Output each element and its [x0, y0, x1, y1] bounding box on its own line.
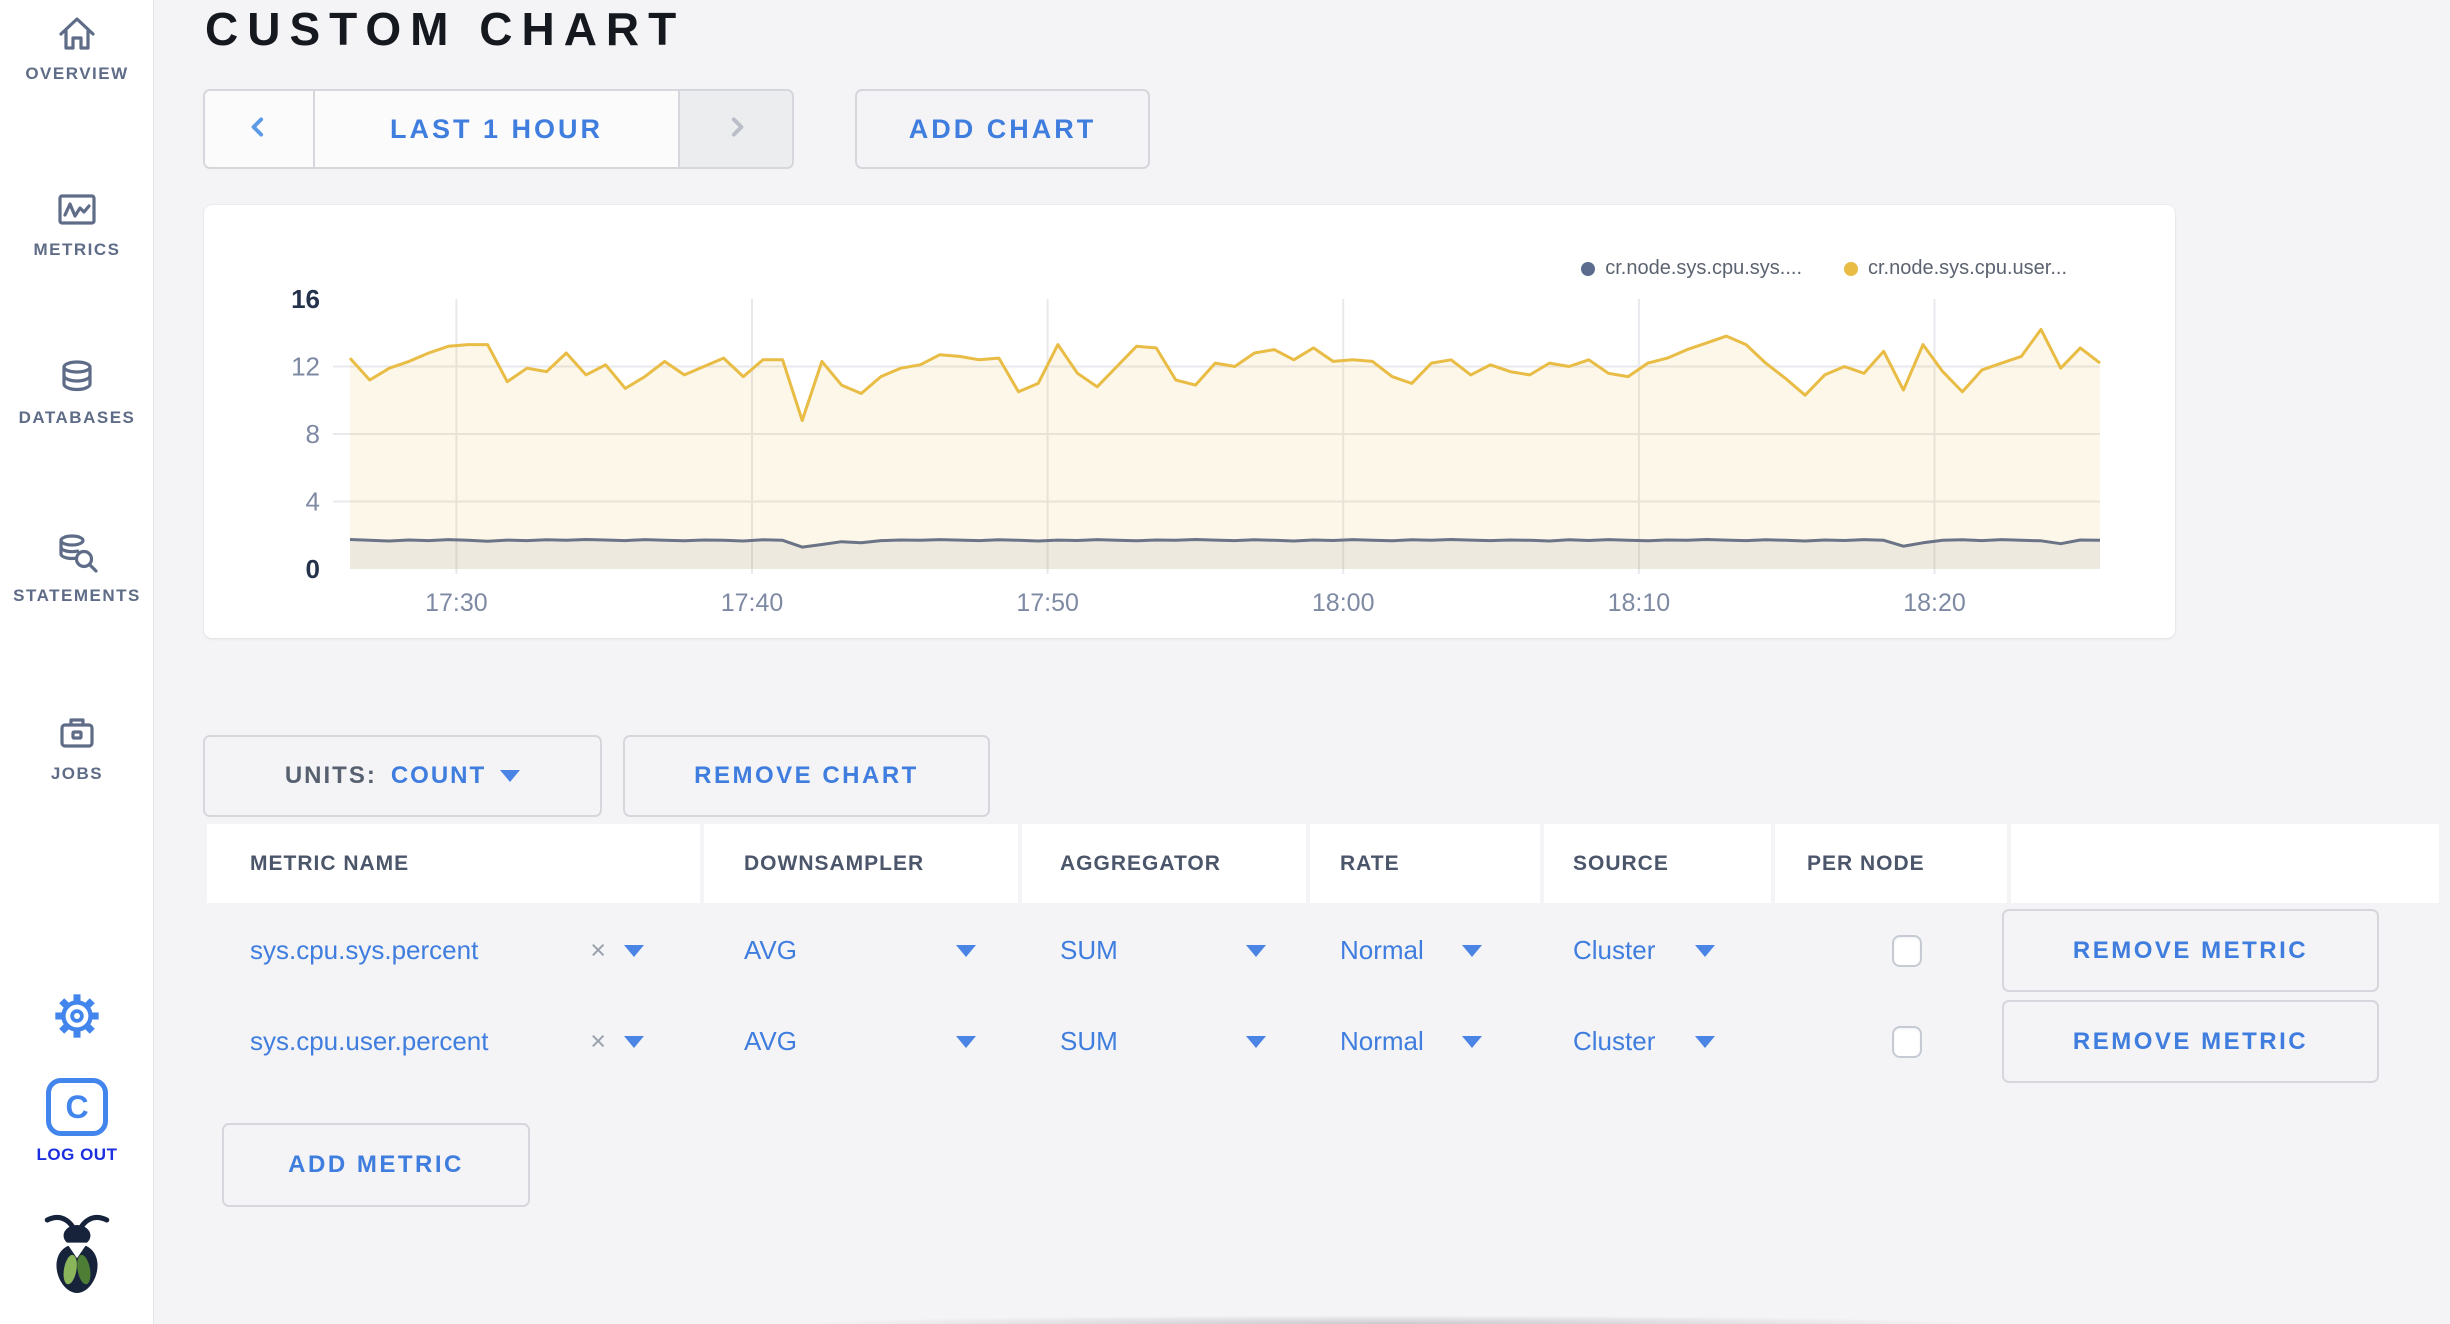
- x-axis-tick-label: 18:10: [1608, 589, 1671, 617]
- sidebar-item-metrics[interactable]: METRICS: [0, 190, 154, 260]
- sidebar-item-label: JOBS: [50, 764, 104, 783]
- source-dropdown[interactable]: Cluster: [1573, 935, 1655, 966]
- chevron-down-icon[interactable]: [1246, 1035, 1266, 1048]
- column-header-metric-name: METRIC NAME: [207, 824, 700, 903]
- chevron-down-icon: [500, 770, 521, 782]
- cockroach-bug-logo-icon: [0, 1210, 154, 1298]
- chevron-down-icon[interactable]: [956, 1035, 976, 1048]
- legend-item-sys[interactable]: cr.node.sys.cpu.sys....: [1581, 257, 1802, 280]
- per-node-checkbox[interactable]: [1892, 934, 1922, 967]
- logout-label: LOG OUT: [36, 1145, 118, 1164]
- chevron-right-icon: [723, 113, 749, 146]
- column-header-aggregator: AGGREGATOR: [1022, 824, 1306, 903]
- sidebar-item-label: OVERVIEW: [25, 64, 129, 83]
- sidebar-item-label: METRICS: [33, 240, 121, 259]
- units-value: COUNT: [390, 762, 487, 789]
- sidebar-item-jobs[interactable]: JOBS: [0, 712, 154, 784]
- chevron-down-icon[interactable]: [1462, 944, 1482, 957]
- rate-dropdown[interactable]: Normal: [1340, 1026, 1424, 1057]
- x-axis-tick-label: 17:30: [425, 589, 488, 617]
- metric-name-dropdown[interactable]: sys.cpu.sys.percent: [250, 935, 478, 966]
- downsampler-dropdown[interactable]: AVG: [744, 1026, 797, 1057]
- time-range-next-button[interactable]: [678, 91, 792, 167]
- table-row: sys.cpu.sys.percent × AVG SUM Normal Clu…: [207, 909, 2439, 992]
- bottom-edge-shadow: [640, 1312, 2140, 1324]
- x-axis-tick-label: 17:50: [1016, 589, 1079, 617]
- time-range-prev-button[interactable]: [205, 91, 315, 167]
- series-area-sys: [350, 539, 2100, 569]
- legend-dot-user-icon: [1844, 261, 1858, 276]
- chevron-down-icon[interactable]: [624, 1035, 644, 1048]
- jobs-icon: [55, 712, 99, 754]
- chart-legend: cr.node.sys.cpu.sys.... cr.node.sys.cpu.…: [1581, 257, 2067, 280]
- chevron-down-icon[interactable]: [1462, 1035, 1482, 1048]
- chevron-down-icon[interactable]: [624, 944, 644, 957]
- remove-chart-button[interactable]: REMOVE CHART: [623, 735, 990, 817]
- gear-icon: [51, 990, 103, 1047]
- logout-button[interactable]: C LOG OUT: [0, 1078, 154, 1165]
- units-label: UNITS:: [284, 762, 377, 789]
- chevron-down-icon[interactable]: [1695, 1035, 1715, 1048]
- column-header-downsampler: DOWNSAMPLER: [704, 824, 1018, 903]
- legend-item-user[interactable]: cr.node.sys.cpu.user...: [1844, 257, 2067, 280]
- clear-metric-icon[interactable]: ×: [590, 935, 606, 966]
- y-axis-tick-label: 12: [291, 352, 320, 382]
- statements-icon: [54, 532, 100, 576]
- chevron-down-icon[interactable]: [1695, 944, 1715, 957]
- metrics-table-header: METRIC NAME DOWNSAMPLER AGGREGATOR RATE …: [207, 824, 2439, 903]
- downsampler-dropdown[interactable]: AVG: [744, 935, 797, 966]
- metrics-icon: [55, 190, 99, 230]
- legend-label: cr.node.sys.cpu.user...: [1868, 257, 2067, 279]
- remove-metric-button[interactable]: REMOVE METRIC: [2002, 1000, 2379, 1083]
- column-header-actions: [2011, 824, 2439, 903]
- aggregator-dropdown[interactable]: SUM: [1060, 935, 1118, 966]
- per-node-checkbox[interactable]: [1892, 1025, 1922, 1058]
- y-axis-tick-label: 16: [291, 284, 320, 314]
- y-axis-tick-label: 8: [306, 419, 320, 449]
- source-dropdown[interactable]: Cluster: [1573, 1026, 1655, 1057]
- cockroach-c-logo-icon: C: [46, 1078, 108, 1136]
- x-axis-tick-label: 18:20: [1903, 589, 1966, 617]
- y-axis-tick-label: 4: [306, 487, 320, 517]
- column-header-source: SOURCE: [1544, 824, 1771, 903]
- x-axis-tick-label: 17:40: [721, 589, 784, 617]
- home-icon: [55, 12, 99, 54]
- add-metric-button[interactable]: ADD METRIC: [222, 1123, 530, 1207]
- chart-card: 17:30 17:40 17:50 18:00 18:10 18:20 0 4 8 12 16 cr…: [204, 205, 2175, 638]
- sidebar-item-statements[interactable]: STATEMENTS: [0, 532, 154, 606]
- page-title: CUSTOM CHART: [205, 3, 686, 55]
- y-axis-tick-label: 0: [306, 554, 320, 584]
- column-header-rate: RATE: [1310, 824, 1540, 903]
- column-header-per-node: PER NODE: [1775, 824, 2007, 903]
- sidebar-item-label: DATABASES: [18, 408, 136, 427]
- databases-icon: [55, 358, 99, 398]
- rate-dropdown[interactable]: Normal: [1340, 935, 1424, 966]
- legend-dot-sys-icon: [1581, 261, 1596, 276]
- metric-name-dropdown[interactable]: sys.cpu.user.percent: [250, 1026, 488, 1057]
- sidebar-item-databases[interactable]: DATABASES: [0, 358, 154, 428]
- clear-metric-icon[interactable]: ×: [590, 1026, 606, 1057]
- legend-label: cr.node.sys.cpu.sys....: [1605, 257, 1802, 279]
- chevron-down-icon[interactable]: [1246, 944, 1266, 957]
- remove-metric-button[interactable]: REMOVE METRIC: [2002, 909, 2379, 992]
- time-range-selector: LAST 1 HOUR: [203, 89, 794, 169]
- chevron-down-icon[interactable]: [956, 944, 976, 957]
- units-dropdown[interactable]: UNITS: COUNT: [203, 735, 602, 817]
- chevron-left-icon: [246, 113, 272, 146]
- add-chart-button[interactable]: ADD CHART: [855, 89, 1150, 169]
- sidebar-item-overview[interactable]: OVERVIEW: [0, 12, 154, 84]
- x-axis-tick-label: 18:00: [1312, 589, 1375, 617]
- table-row: sys.cpu.user.percent × AVG SUM Normal Cl…: [207, 1000, 2439, 1083]
- settings-button[interactable]: [0, 990, 154, 1047]
- aggregator-dropdown[interactable]: SUM: [1060, 1026, 1118, 1057]
- time-range-label[interactable]: LAST 1 HOUR: [315, 91, 678, 167]
- sidebar-item-label: STATEMENTS: [13, 586, 141, 605]
- sidebar: OVERVIEW METRICS DATABASES STATEMENTS JO…: [0, 0, 154, 1324]
